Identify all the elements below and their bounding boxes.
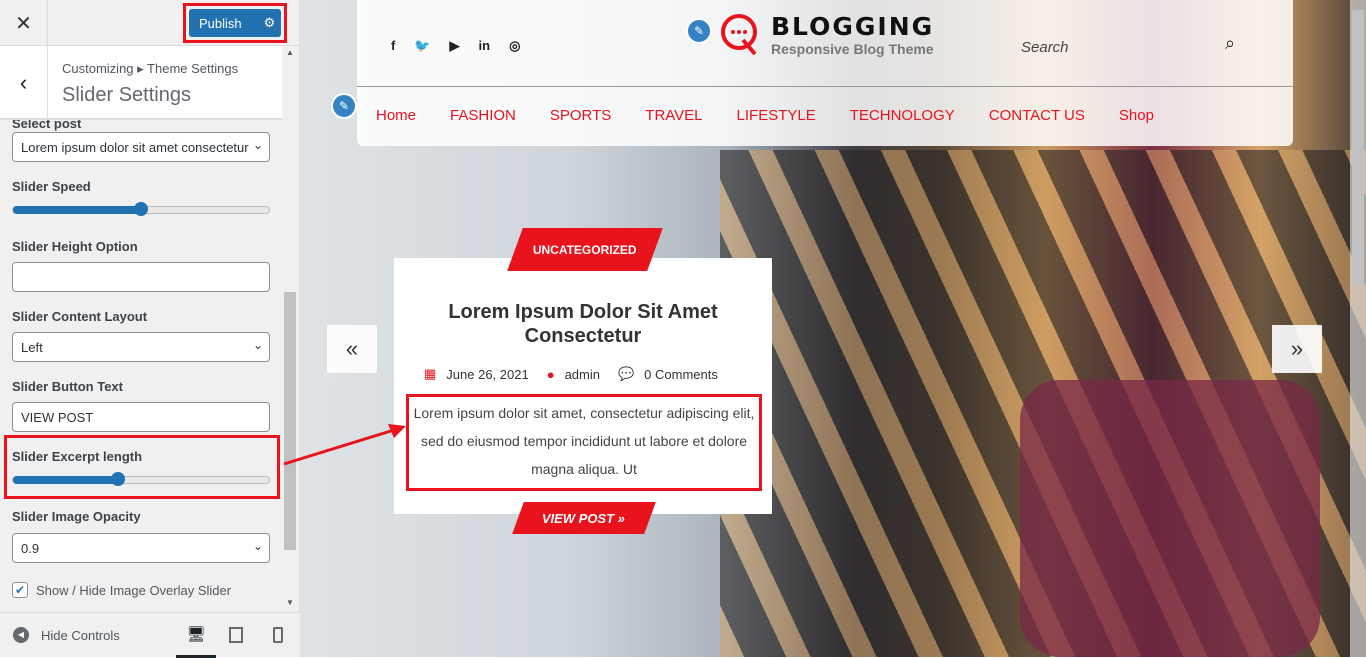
back-icon[interactable]: ‹ xyxy=(0,46,48,120)
chat-logo-icon xyxy=(721,14,757,56)
close-icon[interactable]: ✕ xyxy=(0,0,48,46)
slide-excerpt: Lorem ipsum dolor sit amet, consectetur … xyxy=(406,394,762,491)
nav-shop[interactable]: Shop xyxy=(1119,107,1154,124)
comments-icon: 💬 xyxy=(617,366,635,381)
publish-button[interactable]: Publish ⚙ xyxy=(189,9,281,37)
site-logo[interactable]: BLOGGING Responsive Blog Theme xyxy=(717,12,934,58)
range-handle[interactable] xyxy=(110,472,125,486)
slider-background-image xyxy=(1020,380,1320,657)
scroll-down-icon[interactable]: ▼ xyxy=(286,598,294,607)
section-title: Slider Settings xyxy=(62,84,191,106)
main-nav: Home FASHION SPORTS TRAVEL LIFESTYLE TEC… xyxy=(376,107,1154,124)
chevron-down-icon: ⌄ xyxy=(252,138,263,152)
collapse-icon: ◀ xyxy=(13,627,29,643)
calendar-icon: ▦ xyxy=(424,366,437,381)
edit-shortcut-icon[interactable]: ✎ xyxy=(686,18,712,44)
search-icon[interactable]: ⌕ xyxy=(1225,33,1235,54)
site-title: BLOGGING xyxy=(771,12,935,41)
header-divider xyxy=(357,86,1293,87)
layout-dropdown[interactable]: Left ⌄ xyxy=(12,332,270,362)
view-post-label: VIEW POST » xyxy=(542,510,626,526)
layout-value: Left xyxy=(21,340,43,355)
hide-controls-label: Hide Controls xyxy=(41,627,120,643)
button-text-input[interactable]: VIEW POST xyxy=(12,402,270,432)
opacity-dropdown[interactable]: 0.9 ⌄ xyxy=(12,533,270,563)
scrollbar-thumb[interactable] xyxy=(1352,10,1364,285)
slide-card: Lorem Ipsum Dolor Sit Amet Consectetur ▦… xyxy=(394,258,772,514)
annotation-arrow xyxy=(283,424,406,466)
linkedin-icon[interactable]: in xyxy=(479,38,491,54)
height-input[interactable] xyxy=(12,262,270,292)
hide-controls-button[interactable]: ◀ Hide Controls xyxy=(13,627,120,643)
excerpt-length-range[interactable] xyxy=(12,472,270,486)
customizer-topbar: ✕ Publish ⚙ xyxy=(0,0,300,46)
gear-icon[interactable]: ⚙ xyxy=(264,15,276,31)
post-comments[interactable]: 0 Comments xyxy=(644,367,718,382)
height-label: Slider Height Option xyxy=(12,239,138,254)
nav-lifestyle[interactable]: LIFESTYLE xyxy=(737,107,816,124)
slider-speed-range[interactable] xyxy=(12,202,270,216)
nav-sports[interactable]: SPORTS xyxy=(550,107,611,124)
instagram-icon[interactable]: ◎ xyxy=(509,38,520,54)
preview-scrollbar[interactable] xyxy=(1350,0,1366,657)
scroll-up-icon[interactable]: ▲ xyxy=(286,48,294,57)
desktop-preview-icon[interactable]: 🖥 xyxy=(176,613,216,658)
publish-label: Publish xyxy=(199,15,242,31)
next-slide-button[interactable]: » xyxy=(1272,325,1322,373)
mobile-preview-icon[interactable] xyxy=(273,627,283,643)
site-header: f 🐦 ▶ in ◎ BLOGGING Responsive Blog Theme… xyxy=(357,0,1293,146)
range-fill xyxy=(13,206,141,214)
slide-title[interactable]: Lorem Ipsum Dolor Sit Amet Consectetur xyxy=(394,300,772,348)
user-icon: ● xyxy=(546,366,555,382)
overlay-label: Show / Hide Image Overlay Slider xyxy=(36,582,232,598)
breadcrumb: Customizing ▸ Theme Settings xyxy=(62,61,239,76)
excerpt-highlight-box xyxy=(4,435,280,499)
select-post-value: Lorem ipsum dolor sit amet consectetur xyxy=(21,140,249,155)
site-preview: f 🐦 ▶ in ◎ BLOGGING Responsive Blog Theme… xyxy=(300,0,1366,657)
nav-travel[interactable]: TRAVEL xyxy=(645,107,702,124)
category-label: UNCATEGORIZED xyxy=(533,242,637,257)
view-post-button[interactable]: VIEW POST » xyxy=(512,502,656,534)
chevron-down-icon: ⌄ xyxy=(252,539,263,553)
nav-contact[interactable]: CONTACT US xyxy=(989,107,1085,124)
social-links: f 🐦 ▶ in ◎ xyxy=(391,38,520,54)
range-fill xyxy=(13,476,118,484)
select-post-dropdown[interactable]: Lorem ipsum dolor sit amet consectetur ⌄ xyxy=(12,132,270,162)
youtube-icon[interactable]: ▶ xyxy=(450,38,460,54)
checkbox[interactable]: ✔ xyxy=(12,582,28,598)
overlay-toggle[interactable]: ✔ Show / Hide Image Overlay Slider xyxy=(12,582,231,598)
slider-speed-label: Slider Speed xyxy=(12,179,91,194)
slide-meta: ▦ June 26, 2021 ● admin 💬 0 Comments xyxy=(424,366,718,382)
button-text-label: Slider Button Text xyxy=(12,379,123,394)
edit-shortcut-icon[interactable]: ✎ xyxy=(331,93,357,119)
publish-highlight: Publish ⚙ xyxy=(183,3,287,43)
tablet-preview-icon[interactable] xyxy=(229,627,243,643)
prev-slide-button[interactable]: « xyxy=(327,325,377,373)
customizer-sidebar: ✕ Publish ⚙ ‹ Customizing ▸ Theme Setting… xyxy=(0,0,300,658)
nav-home[interactable]: Home xyxy=(376,107,416,124)
site-tagline: Responsive Blog Theme xyxy=(771,41,934,57)
nav-fashion[interactable]: FASHION xyxy=(450,107,516,124)
layout-label: Slider Content Layout xyxy=(12,309,148,324)
facebook-icon[interactable]: f xyxy=(391,38,395,54)
opacity-label: Slider Image Opacity xyxy=(12,509,141,524)
opacity-value: 0.9 xyxy=(21,541,40,556)
range-handle[interactable] xyxy=(134,202,148,216)
excerpt-length-label: Slider Excerpt length xyxy=(12,449,143,464)
post-date[interactable]: June 26, 2021 xyxy=(446,367,528,382)
twitter-icon[interactable]: 🐦 xyxy=(414,38,430,54)
post-author[interactable]: admin xyxy=(565,367,600,382)
chevron-down-icon: ⌄ xyxy=(252,338,263,352)
category-badge[interactable]: UNCATEGORIZED xyxy=(507,228,663,271)
section-header: ‹ Customizing ▸ Theme Settings Slider Se… xyxy=(0,46,282,120)
customizer-footer: ◀ Hide Controls 🖥 xyxy=(0,612,300,658)
nav-technology[interactable]: TECHNOLOGY xyxy=(850,107,955,124)
search-input[interactable]: Search xyxy=(1021,39,1069,56)
